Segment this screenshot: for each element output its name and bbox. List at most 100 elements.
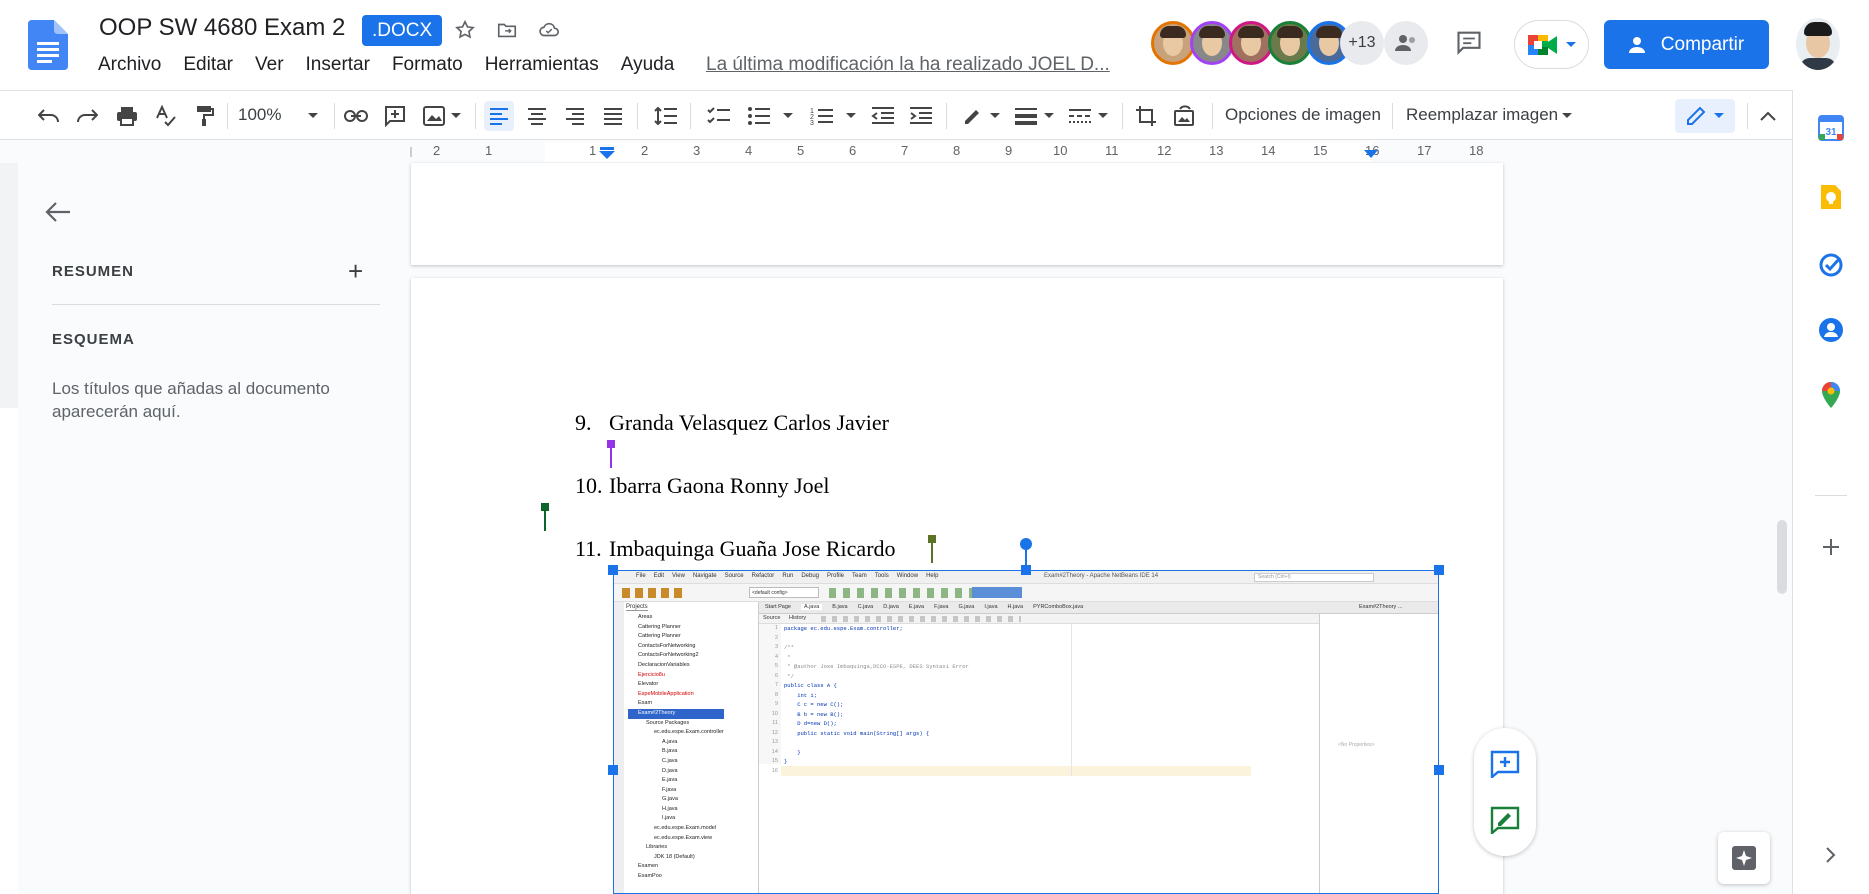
svg-text:31: 31 — [1825, 127, 1837, 138]
horizontal-ruler[interactable]: 2 1 1 2 3 4 5 6 7 8 9 10 11 12 13 14 15 … — [0, 141, 1792, 163]
chevron-down-icon[interactable] — [298, 101, 328, 131]
menu-ayuda[interactable]: Ayuda — [621, 54, 675, 76]
chevron-down-icon — [1714, 113, 1724, 118]
last-edit-link[interactable]: La última modificación la ha realizado J… — [706, 54, 1110, 76]
document-title[interactable]: OOP SW 4680 Exam 2 — [99, 14, 345, 42]
spellcheck-icon[interactable] — [151, 101, 181, 131]
vertical-scrollbar[interactable] — [1777, 520, 1787, 594]
show-all-collaborators-icon[interactable] — [1384, 21, 1428, 65]
checklist-icon[interactable] — [704, 101, 734, 131]
numbered-list-icon[interactable]: 123 — [807, 101, 837, 131]
account-avatar[interactable] — [1796, 18, 1840, 70]
ide-source-bar: Source History — [759, 614, 1319, 624]
menu-formato[interactable]: Formato — [392, 54, 463, 76]
close-outline-arrow-icon[interactable] — [44, 200, 72, 229]
explore-button[interactable] — [1718, 832, 1770, 884]
ide-code-line: B b = new B(); — [784, 710, 844, 718]
embedded-image[interactable]: File Edit View Navigate Source Refactor … — [613, 570, 1439, 894]
ide-right-tab: Exam#2Theory ... — [1359, 604, 1403, 610]
chevron-right-icon[interactable] — [1816, 840, 1846, 870]
menu-herramientas[interactable]: Herramientas — [485, 54, 599, 76]
collaborator-avatar[interactable] — [1229, 21, 1273, 65]
chevron-down-icon[interactable] — [1552, 101, 1582, 131]
keep-icon[interactable] — [1816, 182, 1846, 212]
image-options-button[interactable]: Opciones de imagen — [1225, 105, 1381, 125]
add-comment-icon[interactable] — [1490, 750, 1520, 783]
svg-text:3: 3 — [810, 120, 814, 126]
ide-code-line: D d=new D(); — [784, 720, 837, 727]
chevron-down-icon[interactable] — [980, 101, 1010, 131]
menu-ver[interactable]: Ver — [255, 54, 284, 76]
link-icon[interactable] — [341, 101, 371, 131]
crop-icon[interactable] — [1131, 101, 1161, 131]
align-center-icon[interactable] — [522, 101, 552, 131]
chevron-down-icon[interactable] — [1088, 101, 1118, 131]
calendar-icon[interactable]: 31 — [1816, 113, 1846, 143]
ide-editor-tab: A.java — [801, 604, 823, 610]
ide-menu-item: Source — [724, 573, 744, 579]
menu-editar[interactable]: Editar — [183, 54, 233, 76]
chevron-down-icon[interactable] — [836, 101, 866, 131]
redo-icon[interactable] — [72, 101, 102, 131]
move-folder-icon[interactable] — [492, 15, 522, 45]
outline-divider — [52, 304, 380, 305]
share-label: Compartir — [1660, 33, 1745, 55]
menu-insertar[interactable]: Insertar — [306, 54, 370, 76]
collaborator-avatar[interactable] — [1190, 21, 1234, 65]
paint-format-icon[interactable] — [190, 101, 220, 131]
file-type-badge[interactable]: .DOCX — [362, 15, 443, 46]
collaborator-avatar[interactable] — [1268, 21, 1312, 65]
list-item[interactable]: 9. Granda Velasquez Carlos Javier — [575, 410, 889, 436]
star-icon[interactable] — [450, 15, 480, 45]
add-summary-button[interactable]: + — [348, 256, 363, 287]
document-page[interactable] — [411, 163, 1503, 265]
undo-icon[interactable] — [34, 101, 64, 131]
ide-code-line — [784, 767, 969, 777]
docs-logo-icon[interactable] — [28, 20, 68, 70]
print-icon[interactable] — [112, 101, 142, 131]
add-icon[interactable] — [1816, 532, 1846, 562]
reset-image-icon[interactable] — [1169, 101, 1199, 131]
suggest-edits-icon[interactable] — [1490, 806, 1520, 839]
comments-icon[interactable] — [1454, 27, 1484, 57]
chevron-down-icon[interactable] — [773, 101, 803, 131]
chevron-down-icon[interactable] — [441, 101, 471, 131]
cloud-saved-icon[interactable] — [534, 15, 564, 45]
add-comment-icon[interactable] — [380, 101, 410, 131]
decrease-indent-icon[interactable] — [868, 101, 898, 131]
share-button[interactable]: Compartir — [1604, 20, 1769, 69]
left-indent-marker-icon[interactable] — [598, 147, 616, 159]
ruler-number: 12 — [1157, 143, 1172, 158]
resize-handle[interactable] — [1434, 765, 1444, 775]
meet-button[interactable] — [1514, 20, 1589, 69]
resize-handle[interactable] — [608, 565, 618, 575]
align-justify-icon[interactable] — [598, 101, 628, 131]
contacts-icon[interactable] — [1816, 315, 1846, 345]
more-collaborators-badge[interactable]: +13 — [1340, 21, 1384, 65]
list-item[interactable]: 11. Imbaquinga Guaña Jose Ricardo — [575, 536, 896, 562]
align-right-icon[interactable] — [560, 101, 590, 131]
zoom-select[interactable]: 100% — [238, 105, 281, 125]
rotate-handle[interactable] — [1020, 538, 1032, 550]
ruler-number: 8 — [953, 143, 961, 158]
right-indent-marker-icon[interactable] — [1363, 149, 1379, 159]
menu-archivo[interactable]: Archivo — [98, 54, 161, 76]
tasks-icon[interactable] — [1816, 250, 1846, 280]
resize-handle[interactable] — [1434, 565, 1444, 575]
maps-icon[interactable] — [1816, 380, 1846, 410]
list-item[interactable]: 10. Ibarra Gaona Ronny Joel — [575, 473, 830, 499]
resize-handle[interactable] — [1021, 565, 1031, 575]
align-left-icon[interactable] — [484, 101, 514, 131]
resize-handle[interactable] — [608, 765, 618, 775]
chevron-down-icon[interactable] — [1034, 101, 1064, 131]
replace-image-button[interactable]: Reemplazar imagen — [1406, 105, 1558, 125]
ide-code-line: * — [784, 653, 791, 661]
hide-menus-chevron-up-icon[interactable] — [1753, 101, 1783, 131]
vertical-ruler[interactable] — [0, 163, 18, 894]
line-spacing-icon[interactable] — [651, 101, 681, 131]
increase-indent-icon[interactable] — [906, 101, 936, 131]
bulleted-list-icon[interactable] — [744, 101, 774, 131]
ide-history-tab: History — [789, 615, 807, 621]
editing-mode-button[interactable] — [1675, 99, 1735, 133]
collaborator-avatar[interactable] — [1151, 21, 1195, 65]
